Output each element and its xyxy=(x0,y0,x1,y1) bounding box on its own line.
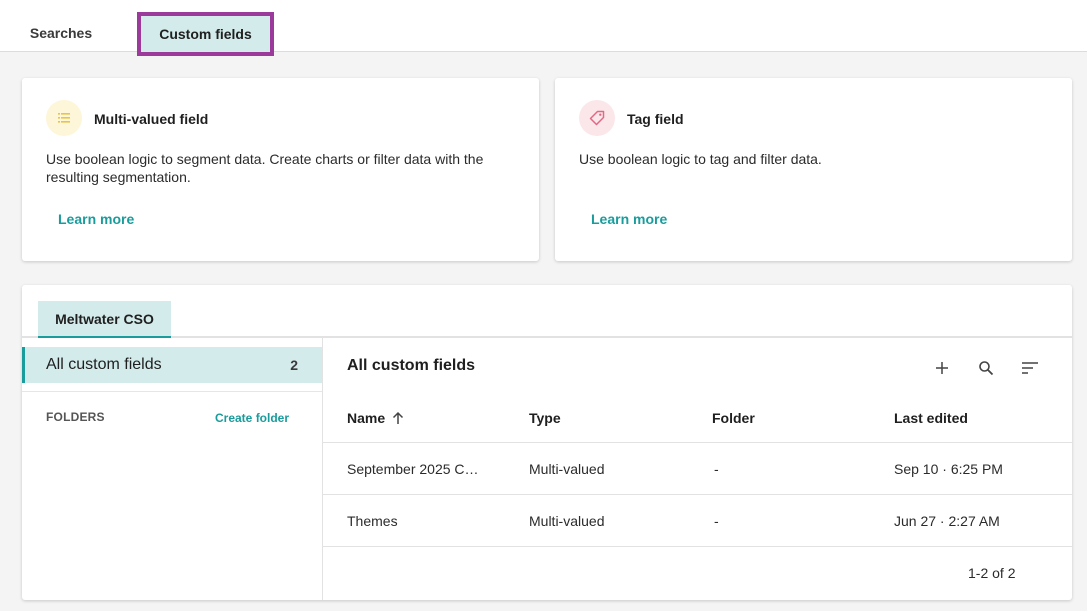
sort-button[interactable] xyxy=(1016,354,1044,382)
card-title: Tag field xyxy=(627,111,684,127)
sort-icon xyxy=(1022,362,1038,374)
top-tab-bar: Searches Custom fields xyxy=(0,0,1087,56)
cell-last-edited: Sep 10 · 6:25 PM xyxy=(894,461,1003,477)
learn-more-link[interactable]: Learn more xyxy=(58,211,134,227)
cell-folder: - xyxy=(714,461,719,477)
search-icon xyxy=(979,361,994,376)
table-row[interactable]: September 2025 C… Multi-valued - Sep 10 … xyxy=(323,443,1072,495)
card-description: Use boolean logic to segment data. Creat… xyxy=(46,151,484,185)
tab-searches[interactable]: Searches xyxy=(16,12,106,54)
add-button[interactable] xyxy=(928,354,956,382)
custom-fields-list: All custom fields Name Type Folder Last … xyxy=(323,338,1072,600)
tag-field-card: Tag field Use boolean logic to tag and f… xyxy=(555,78,1072,261)
column-header-name[interactable]: Name xyxy=(347,410,405,426)
cell-folder: - xyxy=(714,513,719,529)
count-badge: 2 xyxy=(290,357,298,373)
custom-fields-panel: Meltwater CSO All custom fields 2 FOLDER… xyxy=(22,285,1072,600)
cell-last-edited: Jun 27 · 2:27 AM xyxy=(894,513,1000,529)
list-icon xyxy=(46,100,82,136)
create-folder-button[interactable]: Create folder xyxy=(215,411,289,425)
arrow-up-icon xyxy=(391,411,405,425)
divider xyxy=(22,391,322,392)
tab-meltwater-cso[interactable]: Meltwater CSO xyxy=(38,301,171,338)
learn-more-link[interactable]: Learn more xyxy=(591,211,667,227)
sidebar-item-label: All custom fields xyxy=(46,356,162,373)
sidebar-item-all-custom-fields[interactable]: All custom fields 2 xyxy=(22,347,322,383)
column-header-type: Type xyxy=(529,410,561,426)
multi-valued-field-card: Multi-valued field Use boolean logic to … xyxy=(22,78,539,261)
cell-type: Multi-valued xyxy=(529,513,605,529)
cell-name: Themes xyxy=(347,513,398,529)
tab-custom-fields[interactable]: Custom fields xyxy=(137,12,274,56)
tag-icon xyxy=(579,100,615,136)
pagination-status: 1-2 of 2 xyxy=(968,565,1016,581)
table-row[interactable]: Themes Multi-valued - Jun 27 · 2:27 AM xyxy=(323,495,1072,547)
cell-type: Multi-valued xyxy=(529,461,605,477)
workspace-tabs: Meltwater CSO xyxy=(22,285,1072,338)
list-title: All custom fields xyxy=(347,357,476,374)
search-button[interactable] xyxy=(972,354,1000,382)
card-description: Use boolean logic to tag and filter data… xyxy=(579,151,822,167)
divider xyxy=(323,546,1072,547)
cell-name: September 2025 C… xyxy=(347,461,479,477)
card-title: Multi-valued field xyxy=(94,111,209,127)
column-header-last-edited: Last edited xyxy=(894,410,968,426)
folders-heading: FOLDERS xyxy=(46,410,105,424)
plus-icon xyxy=(936,362,948,374)
folder-sidebar: All custom fields 2 FOLDERS Create folde… xyxy=(22,338,323,600)
column-label: Name xyxy=(347,410,386,426)
column-header-folder: Folder xyxy=(712,410,755,426)
